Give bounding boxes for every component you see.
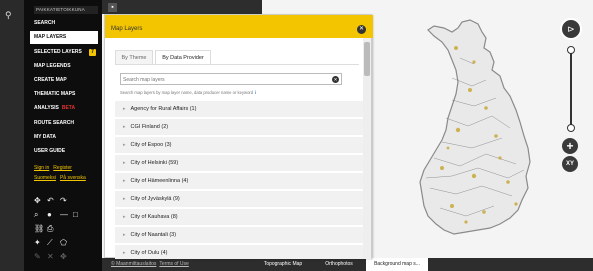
expand-caret-icon: ▸ (123, 214, 126, 220)
brand-logo[interactable]: PAIKKATIETOIKKUNA (34, 6, 98, 14)
pan-tool-icon[interactable]: ✥ (34, 196, 41, 205)
attribution: © Maanmittauslaitos Terms of Use (108, 261, 189, 267)
pin-icon[interactable]: ⚲ (5, 10, 12, 21)
sidebar: PAIKKATIETOIKKUNA SEARCH MAP LAYERS SELE… (24, 0, 102, 271)
provider-item[interactable]: ▸ City of Oulu (4) (115, 245, 363, 259)
provider-item[interactable]: ▸ City of Espoo (3) (115, 137, 363, 154)
bg-topographic-tab[interactable]: Topographic Map (254, 258, 312, 271)
menu-user-guide[interactable]: USER GUIDE (30, 145, 98, 158)
menu-analysis[interactable]: ANALYSIS BETA (30, 102, 98, 115)
edit-disabled-icon: ✎ (34, 252, 41, 261)
expand-caret-icon: ▸ (123, 178, 126, 184)
info-tool-icon[interactable]: ● (47, 210, 52, 219)
expand-caret-icon: ▸ (123, 124, 126, 130)
expand-caret-icon: ▸ (123, 160, 126, 166)
left-strip: ⚲ (0, 0, 24, 271)
map-area[interactable]: ▪ ⊳ + XY © Maanmittauslaitos Terms of Us… (102, 0, 593, 271)
menu-map-layers[interactable]: MAP LAYERS (30, 31, 98, 44)
provider-item[interactable]: ▸ Agency for Rural Affairs (1) (115, 101, 363, 118)
provider-item[interactable]: ▸ City of Jyväskylä (9) (115, 191, 363, 208)
provider-item[interactable]: ▸ City of Helsinki (59) (115, 155, 363, 172)
provider-item[interactable]: ▸ City of Kauhava (8) (115, 209, 363, 226)
provider-item[interactable]: ▸ City of Naantali (3) (115, 227, 363, 244)
close-icon[interactable]: ✕ (357, 25, 366, 34)
panel-toggle-icon[interactable]: ▪ (108, 3, 117, 12)
undo-icon[interactable]: ↶ (47, 196, 54, 205)
expand-caret-icon: ▸ (123, 250, 126, 256)
register-link[interactable]: Register (53, 165, 72, 171)
menu-my-data[interactable]: MY DATA (30, 131, 98, 144)
provider-item[interactable]: ▸ CGI Finland (2) (115, 119, 363, 136)
menu-create-map[interactable]: CREATE MAP (30, 74, 98, 87)
layer-search-input[interactable] (123, 75, 323, 84)
panel-header: Map Layers ✕ (105, 22, 373, 38)
expand-caret-icon: ▸ (123, 196, 126, 202)
menu-map-legends[interactable]: MAP LEGENDS (30, 60, 98, 73)
tab-by-theme[interactable]: By Theme (115, 50, 153, 65)
panel-scrollbar[interactable] (363, 38, 371, 259)
zoom-slider-track[interactable] (570, 48, 572, 126)
map-toolbar: ▪ (102, 0, 262, 14)
finland-map (419, 19, 531, 235)
delete-disabled-icon: ✕ (47, 252, 54, 261)
move-disabled-icon: ✥ (60, 252, 67, 261)
map-layers-panel: Map Layers ✕ By Theme By Data Provider ✕… (104, 14, 373, 259)
info-icon[interactable]: i (255, 90, 256, 95)
search-hint: Search map layers by map layer name, dat… (120, 90, 257, 95)
bg-orthophotos-tab[interactable]: Orthophotos (314, 258, 364, 271)
panel-body: By Theme By Data Provider ✕ Search map l… (105, 38, 365, 259)
menu-selected-layers[interactable]: SELECTED LAYERS 7 (30, 46, 98, 59)
zoom-slider-handle[interactable] (567, 124, 575, 132)
account-links: Sign in Register (34, 165, 76, 171)
zoom-box-icon[interactable]: ⌕ (34, 210, 38, 220)
print-icon[interactable]: ⎙ (47, 224, 53, 234)
provider-item[interactable]: ▸ City of Hämeenlinna (4) (115, 173, 363, 190)
measure-line-icon[interactable]: — (60, 210, 68, 219)
panel-title: Map Layers (111, 26, 143, 32)
menu-thematic-maps[interactable]: THEMATIC MAPS (30, 88, 98, 101)
redo-icon[interactable]: ↷ (60, 196, 67, 205)
coordinate-tool-button[interactable]: XY (562, 156, 578, 172)
compass-button[interactable]: ⊳ (560, 18, 582, 40)
sign-in-link[interactable]: Sign in (34, 165, 49, 171)
panel-top-strip (105, 15, 373, 22)
tab-by-data-provider[interactable]: By Data Provider (155, 50, 211, 65)
finland-landmass (419, 19, 531, 235)
layer-search: ✕ (120, 73, 342, 85)
tabs-divider (115, 64, 359, 65)
expand-caret-icon: ▸ (123, 106, 126, 112)
draw-area-icon[interactable]: ⬠ (60, 238, 67, 247)
app-root: ⚲ PAIKKATIETOIKKUNA SEARCH MAP LAYERS SE… (0, 0, 593, 271)
zoom-in-button[interactable]: + (562, 138, 578, 154)
lang-sv-link[interactable]: På svenska (60, 175, 86, 181)
map-bottom-bar: © Maanmittauslaitos Terms of Use Topograp… (102, 258, 593, 271)
menu-search[interactable]: SEARCH (30, 17, 98, 30)
measure-area-icon[interactable]: □ (73, 210, 78, 219)
menu-route-search[interactable]: ROUTE SEARCH (30, 117, 98, 130)
draw-line-icon[interactable]: ⟋ (47, 238, 53, 248)
lang-fi-link[interactable]: Suomeksi (34, 175, 56, 181)
beta-tag: BETA (61, 105, 76, 111)
draw-point-icon[interactable]: ✦ (34, 238, 41, 247)
scrollbar-thumb[interactable] (364, 42, 370, 76)
selected-count-badge: 7 (89, 49, 96, 56)
expand-caret-icon: ▸ (123, 232, 126, 238)
terms-link[interactable]: Terms of Use (159, 261, 188, 267)
bg-background-map-tab[interactable]: Background map s... (366, 258, 428, 271)
expand-caret-icon: ▸ (123, 142, 126, 148)
zoom-slider-top[interactable] (567, 46, 575, 54)
clear-search-icon[interactable]: ✕ (332, 75, 339, 83)
language-links: Suomeksi På svenska (34, 175, 90, 181)
attribution-mml-link[interactable]: © Maanmittauslaitos (111, 261, 156, 267)
link-icon[interactable]: ⛓ (34, 224, 44, 233)
